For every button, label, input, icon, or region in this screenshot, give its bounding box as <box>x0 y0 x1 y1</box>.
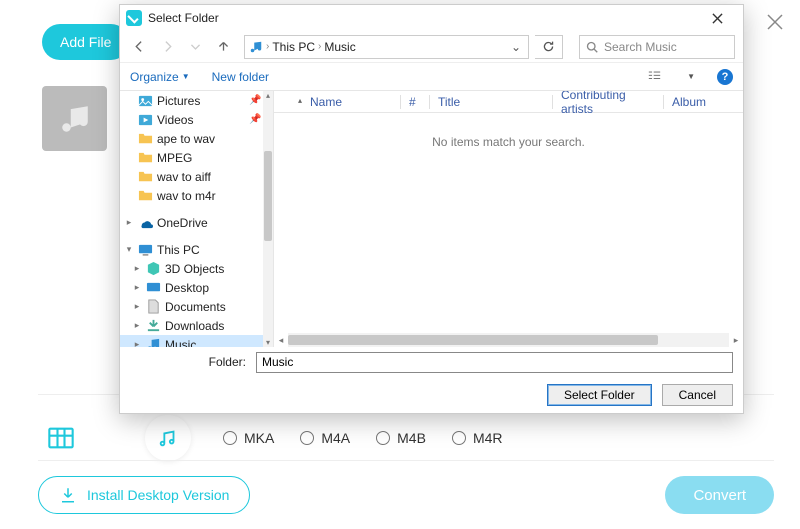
scrollbar-thumb[interactable] <box>264 151 272 241</box>
tree-item-videos[interactable]: Videos📌 <box>120 110 263 129</box>
format-option-mka[interactable]: MKA <box>223 430 274 446</box>
chevron-right-icon[interactable]: › <box>266 41 269 52</box>
tree-item-mpeg[interactable]: MPEG <box>120 148 263 167</box>
search-placeholder: Search Music <box>604 40 677 54</box>
address-bar[interactable]: › This PC › Music ⌄ <box>244 35 529 59</box>
add-file-button[interactable]: Add File <box>42 24 129 60</box>
toolbar: Organize▼ New folder ▼ ? <box>120 63 743 91</box>
expand-icon[interactable]: ▸ <box>132 339 142 347</box>
folder-name-input[interactable] <box>256 352 733 373</box>
format-label: MKA <box>244 430 274 446</box>
back-button[interactable] <box>128 36 150 58</box>
file-list: Name # Title Contributing artists Album … <box>274 91 743 347</box>
cancel-button[interactable]: Cancel <box>662 384 733 406</box>
media-thumbnail <box>42 86 107 151</box>
forward-button[interactable] <box>156 36 178 58</box>
column-album[interactable]: Album <box>664 91 714 112</box>
column-headers: Name # Title Contributing artists Album <box>274 91 743 113</box>
organize-menu[interactable]: Organize▼ <box>130 70 190 84</box>
expand-icon[interactable]: ▸ <box>132 263 142 274</box>
pin-icon: 📌 <box>249 95 259 106</box>
pin-icon: 📌 <box>249 114 259 125</box>
chevron-right-icon[interactable]: › <box>318 41 321 52</box>
tree-item-downloads[interactable]: ▸Downloads <box>120 316 263 335</box>
format-label: M4B <box>397 430 426 446</box>
empty-message: No items match your search. <box>274 135 743 149</box>
download-icon <box>59 486 77 504</box>
collapse-icon[interactable]: ▾ <box>124 244 134 255</box>
video-format-icon[interactable] <box>43 420 79 456</box>
divider <box>38 460 774 461</box>
tree-item-documents[interactable]: ▸Documents <box>120 297 263 316</box>
tree-item-this-pc[interactable]: ▾This PC <box>120 240 263 259</box>
tree-item-ape-to-wav[interactable]: ape to wav <box>120 129 263 148</box>
format-option-m4b[interactable]: M4B <box>376 430 426 446</box>
tree-item-pictures[interactable]: Pictures📌 <box>120 91 263 110</box>
format-row: MKA M4A M4B M4R <box>43 418 774 458</box>
tree-scrollbar[interactable]: ▴ ▾ <box>263 91 273 347</box>
folder-input-row: Folder: <box>120 347 743 377</box>
tree-item-wav-to-m4r[interactable]: wav to m4r <box>120 186 263 205</box>
nav-row: › This PC › Music ⌄ Search Music <box>120 31 743 63</box>
horizontal-scrollbar[interactable]: ◂ ▸ <box>274 333 743 347</box>
install-desktop-button[interactable]: Install Desktop Version <box>38 476 250 514</box>
dialog-actions: Select Folder Cancel <box>120 377 743 413</box>
column-title[interactable]: Title <box>430 91 552 112</box>
breadcrumb-root[interactable]: This PC <box>272 40 315 54</box>
tree-item-onedrive[interactable]: ▸OneDrive <box>120 213 263 232</box>
dialog-title: Select Folder <box>148 11 219 25</box>
music-note-icon <box>58 102 92 136</box>
help-button[interactable]: ? <box>717 69 733 85</box>
audio-format-icon[interactable] <box>145 415 191 461</box>
expand-icon[interactable]: ▸ <box>124 217 134 228</box>
search-input[interactable]: Search Music <box>579 35 735 59</box>
recent-dropdown[interactable] <box>184 36 206 58</box>
new-folder-button[interactable]: New folder <box>212 70 269 84</box>
folder-tree: Pictures📌 Videos📌 ape to wav MPEG wav to… <box>120 91 274 347</box>
app-close-icon[interactable] <box>763 10 787 34</box>
column-artists[interactable]: Contributing artists <box>553 91 663 112</box>
format-option-m4a[interactable]: M4A <box>300 430 350 446</box>
format-label: M4A <box>321 430 350 446</box>
column-number[interactable]: # <box>401 91 429 112</box>
select-folder-dialog: Select Folder › This PC › Music ⌄ Search… <box>119 4 744 414</box>
install-label: Install Desktop Version <box>87 487 229 503</box>
expand-icon[interactable]: ▸ <box>132 282 142 293</box>
search-icon <box>586 41 598 53</box>
column-name[interactable]: Name <box>290 91 400 112</box>
tree-item-music[interactable]: ▸Music <box>120 335 263 347</box>
breadcrumb-folder[interactable]: Music <box>324 40 355 54</box>
close-button[interactable] <box>697 5 737 31</box>
scroll-left-icon[interactable]: ◂ <box>274 333 288 347</box>
expand-icon[interactable]: ▸ <box>132 320 142 331</box>
folder-label: Folder: <box>120 355 250 369</box>
address-dropdown[interactable]: ⌄ <box>508 40 524 54</box>
format-option-m4r[interactable]: M4R <box>452 430 503 446</box>
view-options-button[interactable] <box>643 67 665 87</box>
title-bar: Select Folder <box>120 5 743 31</box>
music-icon <box>249 40 263 54</box>
scrollbar-thumb[interactable] <box>288 335 658 345</box>
format-label: M4R <box>473 430 503 446</box>
expand-icon[interactable]: ▸ <box>132 301 142 312</box>
app-icon <box>126 10 142 26</box>
convert-button[interactable]: Convert <box>665 476 774 514</box>
tree-item-desktop[interactable]: ▸Desktop <box>120 278 263 297</box>
refresh-button[interactable] <box>535 35 563 59</box>
scroll-right-icon[interactable]: ▸ <box>729 333 743 347</box>
chevron-down-icon: ▼ <box>182 72 190 81</box>
tree-item-3d-objects[interactable]: ▸3D Objects <box>120 259 263 278</box>
select-folder-button[interactable]: Select Folder <box>547 384 652 406</box>
up-button[interactable] <box>212 36 234 58</box>
view-dropdown[interactable]: ▼ <box>687 72 695 81</box>
tree-item-wav-to-aiff[interactable]: wav to aiff <box>120 167 263 186</box>
